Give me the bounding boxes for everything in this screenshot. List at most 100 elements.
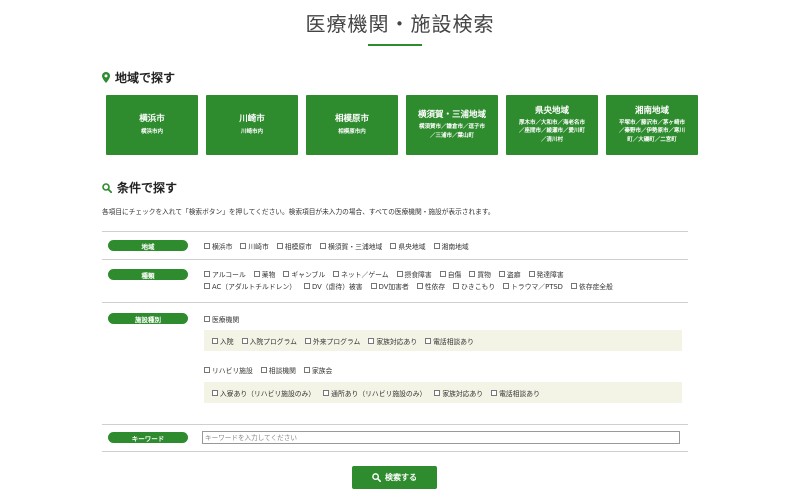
checkbox-type-dv-perpetrator[interactable]: DV加害者 bbox=[370, 281, 409, 291]
tile-name: 川崎市 bbox=[239, 113, 265, 124]
checkbox-type-general[interactable]: 依存症全般 bbox=[570, 281, 613, 291]
checkbox-box[interactable] bbox=[204, 271, 210, 277]
checkbox-box[interactable] bbox=[433, 243, 440, 249]
filter-row-facility: 施設種別 医療機関 入院 入院プログラム 外来プログラム 家族対応あり 電話相談… bbox=[102, 302, 688, 424]
tile-sub-line: ／座間市／綾瀬市／愛川町 bbox=[518, 128, 585, 135]
checkbox-area-kawasaki[interactable]: 川崎市 bbox=[240, 241, 269, 251]
checkbox-type-ac[interactable]: AC（アダルトチルドレン） bbox=[204, 281, 296, 291]
checkbox-type-hikikomori[interactable]: ひきこもり bbox=[453, 281, 495, 291]
checkbox-area-shonan[interactable]: 湘南地域 bbox=[433, 241, 469, 251]
area-tile-kawasaki[interactable]: 川崎市 川崎市内 bbox=[206, 95, 298, 155]
checkbox-box[interactable] bbox=[283, 271, 290, 277]
checkbox-box[interactable] bbox=[439, 271, 446, 277]
checkbox-label: 医療機関 bbox=[212, 316, 240, 324]
area-tile-shonan[interactable]: 湘南地域 平塚市／藤沢市／茅ヶ崎市 ／秦野市／伊勢原市／寒川 町／大磯町／二宮町 bbox=[606, 95, 698, 155]
checkbox-facility-rehab[interactable]: リハビリ施設 bbox=[204, 365, 253, 375]
area-tile-yokosuka-miura[interactable]: 横須賀・三浦地域 横須賀市／鎌倉市／逗子市 ／三浦市／葉山町 bbox=[406, 95, 498, 155]
checkbox-box[interactable] bbox=[204, 243, 210, 249]
checkbox-box[interactable] bbox=[323, 389, 330, 396]
checkbox-label: 入院プログラム bbox=[249, 337, 297, 346]
checkbox-box[interactable] bbox=[498, 271, 505, 277]
checkbox-box[interactable] bbox=[212, 337, 218, 344]
checkbox-area-yokohama[interactable]: 横浜市 bbox=[204, 241, 232, 251]
checkbox-facility-medical[interactable]: 医療機関 bbox=[204, 314, 239, 324]
checkbox-rehab-family[interactable]: 家族対応あり bbox=[434, 388, 483, 398]
checkbox-box[interactable] bbox=[204, 367, 210, 373]
checkbox-box[interactable] bbox=[276, 243, 283, 249]
checkbox-box[interactable] bbox=[425, 337, 432, 344]
checkbox-type-eating[interactable]: 摂食障害 bbox=[396, 269, 432, 279]
checkbox-rehab-daycare[interactable]: 通所あり（リハビリ施設のみ） bbox=[323, 388, 426, 398]
checkbox-label: 横須賀・三浦地域 bbox=[327, 243, 383, 251]
tile-sub-line: ／秦野市／伊勢原市／寒川 bbox=[618, 128, 685, 135]
checkbox-type-sex[interactable]: 性依存 bbox=[416, 281, 445, 291]
checkbox-medical-phone[interactable]: 電話相談あり bbox=[425, 336, 474, 346]
tile-sub: 平塚市／藤沢市／茅ヶ崎市 ／秦野市／伊勢原市／寒川 町／大磯町／二宮町 bbox=[619, 119, 685, 144]
checkbox-medical-outpatient-program[interactable]: 外来プログラム bbox=[304, 336, 360, 346]
condition-description: 各項目にチェックを入れて「検索ボタン」を押してください。検索項目が未入力の場合、… bbox=[102, 208, 495, 216]
checkbox-box[interactable] bbox=[469, 271, 476, 277]
checkbox-box[interactable] bbox=[253, 271, 260, 277]
checkbox-box[interactable] bbox=[260, 367, 267, 373]
checkbox-box[interactable] bbox=[528, 271, 535, 277]
checkbox-medical-inpatient-program[interactable]: 入院プログラム bbox=[241, 336, 297, 346]
checkbox-type-alcohol[interactable]: アルコール bbox=[204, 269, 246, 279]
checkbox-facility-family-group[interactable]: 家族会 bbox=[303, 365, 332, 375]
checkbox-box[interactable] bbox=[368, 337, 375, 344]
checkbox-type-selfharm[interactable]: 自傷 bbox=[439, 269, 461, 279]
checkbox-box[interactable] bbox=[304, 337, 311, 344]
checkbox-label: 薬物 bbox=[261, 271, 276, 279]
checkbox-rehab-phone[interactable]: 電話相談あり bbox=[491, 388, 540, 398]
checkbox-facility-consultation[interactable]: 相談機関 bbox=[260, 365, 296, 375]
search-button[interactable]: 検索する bbox=[352, 466, 437, 489]
facility-options: 医療機関 入院 入院プログラム 外来プログラム 家族対応あり 電話相談あり リハ… bbox=[204, 313, 682, 403]
area-tile-yokohama[interactable]: 横浜市 横浜市内 bbox=[106, 95, 198, 155]
checkbox-box[interactable] bbox=[303, 367, 310, 373]
rehab-subpanel: 入寮あり（リハビリ施設のみ） 通所あり（リハビリ施設のみ） 家族対応あり 電話相… bbox=[204, 382, 682, 403]
checkbox-area-yokosuka[interactable]: 横須賀・三浦地域 bbox=[319, 241, 383, 251]
checkbox-type-shopping[interactable]: 買物 bbox=[469, 269, 491, 279]
checkbox-box[interactable] bbox=[319, 243, 326, 249]
checkbox-box[interactable] bbox=[416, 283, 423, 289]
checkbox-medical-family[interactable]: 家族対応あり bbox=[368, 336, 417, 346]
checkbox-type-gambling[interactable]: ギャンブル bbox=[283, 269, 325, 279]
checkbox-type-dv-victim[interactable]: DV（虐待）被害 bbox=[304, 281, 363, 291]
checkbox-box[interactable] bbox=[304, 283, 311, 289]
keyword-input[interactable] bbox=[202, 431, 680, 444]
checkbox-rehab-residential[interactable]: 入寮あり（リハビリ施設のみ） bbox=[212, 388, 315, 398]
checkbox-box[interactable] bbox=[503, 283, 510, 289]
checkbox-box[interactable] bbox=[240, 243, 247, 249]
checkbox-box[interactable] bbox=[396, 271, 403, 277]
checkbox-box[interactable] bbox=[370, 283, 377, 289]
checkbox-box[interactable] bbox=[212, 389, 218, 396]
condition-heading-text: 条件で探す bbox=[117, 181, 178, 195]
checkbox-label: 入寮あり（リハビリ施設のみ） bbox=[220, 389, 316, 398]
checkbox-box[interactable] bbox=[241, 337, 248, 344]
checkbox-box[interactable] bbox=[491, 389, 498, 396]
checkbox-type-developmental[interactable]: 発達障害 bbox=[528, 269, 564, 279]
area-tile-sagamihara[interactable]: 相模原市 相模原市内 bbox=[306, 95, 398, 155]
checkbox-box[interactable] bbox=[434, 389, 441, 396]
checkbox-label: ネット／ゲーム bbox=[341, 271, 389, 279]
checkbox-label: 買物 bbox=[477, 271, 491, 279]
checkbox-type-net-game[interactable]: ネット／ゲーム bbox=[333, 269, 389, 279]
checkbox-label: AC（アダルトチルドレン） bbox=[212, 283, 297, 291]
checkbox-box[interactable] bbox=[390, 243, 397, 249]
checkbox-box[interactable] bbox=[453, 283, 460, 289]
checkbox-box[interactable] bbox=[204, 283, 210, 289]
checkbox-box[interactable] bbox=[333, 271, 340, 277]
checkbox-box[interactable] bbox=[204, 316, 210, 322]
checkbox-medical-inpatient[interactable]: 入院 bbox=[212, 336, 234, 346]
checkbox-area-sagamihara[interactable]: 相模原市 bbox=[276, 241, 312, 251]
checkbox-area-kenou[interactable]: 県央地域 bbox=[390, 241, 426, 251]
checkbox-label: 電話相談あり bbox=[499, 389, 540, 398]
filter-label-facility: 施設種別 bbox=[108, 313, 188, 324]
checkbox-type-drugs[interactable]: 薬物 bbox=[253, 269, 276, 279]
page-title: 医療機関・施設検索 bbox=[305, 12, 495, 36]
checkbox-box[interactable] bbox=[570, 283, 577, 289]
checkbox-type-kleptomania[interactable]: 盗癖 bbox=[498, 269, 521, 279]
checkbox-type-trauma[interactable]: トラウマ／PTSD bbox=[503, 281, 563, 291]
area-tile-kenou[interactable]: 県央地域 厚木市／大和市／海老名市 ／座間市／綾瀬市／愛川町 ／清川村 bbox=[506, 95, 598, 155]
checkbox-label: 家族対応あり bbox=[376, 337, 418, 346]
filter-label-area: 地域 bbox=[108, 240, 188, 251]
